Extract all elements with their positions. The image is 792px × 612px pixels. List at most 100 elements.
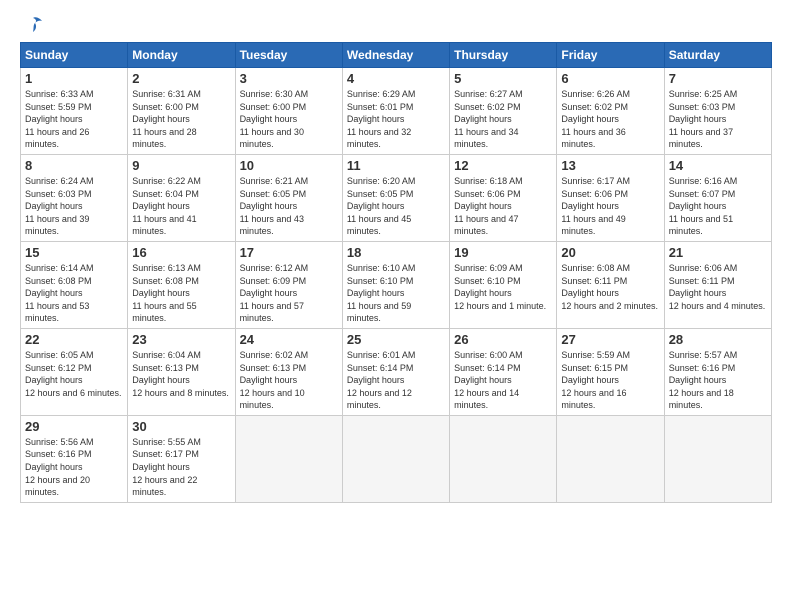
sunrise-label: Sunrise: 6:29 AM [347,89,416,99]
daylight-label: Daylight hours [132,201,190,211]
sunrise-label: Sunrise: 6:13 AM [132,263,201,273]
week-row-1: 1 Sunrise: 6:33 AM Sunset: 5:59 PM Dayli… [21,68,772,155]
day-info: Sunrise: 6:04 AM Sunset: 6:13 PM Dayligh… [132,349,230,399]
sunrise-label: Sunrise: 6:22 AM [132,176,201,186]
day-info: Sunrise: 6:01 AM Sunset: 6:14 PM Dayligh… [347,349,445,412]
daylight-duration: 11 hours and 45 minutes. [347,214,411,237]
daylight-duration: 11 hours and 37 minutes. [669,127,733,150]
sunset-label: Sunset: 5:59 PM [25,102,92,112]
day-number: 9 [132,158,230,173]
daylight-duration: 11 hours and 30 minutes. [240,127,304,150]
sunset-label: Sunset: 6:14 PM [454,363,521,373]
sunrise-label: Sunrise: 6:16 AM [669,176,738,186]
sunset-label: Sunset: 6:11 PM [669,276,735,286]
sunset-label: Sunset: 6:00 PM [132,102,199,112]
day-number: 7 [669,71,767,86]
sunset-label: Sunset: 6:10 PM [454,276,521,286]
sunrise-label: Sunrise: 6:08 AM [561,263,630,273]
calendar-cell: 28 Sunrise: 5:57 AM Sunset: 6:16 PM Dayl… [664,328,771,415]
calendar-cell: 15 Sunrise: 6:14 AM Sunset: 6:08 PM Dayl… [21,241,128,328]
sunset-label: Sunset: 6:15 PM [561,363,628,373]
day-number: 2 [132,71,230,86]
daylight-duration: 11 hours and 28 minutes. [132,127,196,150]
sunset-label: Sunset: 6:13 PM [132,363,199,373]
day-number: 24 [240,332,338,347]
daylight-duration: 11 hours and 47 minutes. [454,214,518,237]
daylight-label: Daylight hours [454,375,512,385]
day-info: Sunrise: 6:26 AM Sunset: 6:02 PM Dayligh… [561,88,659,151]
sunrise-label: Sunrise: 6:24 AM [25,176,94,186]
day-number: 13 [561,158,659,173]
week-row-2: 8 Sunrise: 6:24 AM Sunset: 6:03 PM Dayli… [21,154,772,241]
calendar-cell: 11 Sunrise: 6:20 AM Sunset: 6:05 PM Dayl… [342,154,449,241]
sunset-label: Sunset: 6:03 PM [25,189,92,199]
page: SundayMondayTuesdayWednesdayThursdayFrid… [0,0,792,612]
day-info: Sunrise: 6:10 AM Sunset: 6:10 PM Dayligh… [347,262,445,325]
calendar-cell: 22 Sunrise: 6:05 AM Sunset: 6:12 PM Dayl… [21,328,128,415]
calendar-cell: 10 Sunrise: 6:21 AM Sunset: 6:05 PM Dayl… [235,154,342,241]
sunrise-label: Sunrise: 6:26 AM [561,89,630,99]
week-row-4: 22 Sunrise: 6:05 AM Sunset: 6:12 PM Dayl… [21,328,772,415]
col-header-sunday: Sunday [21,43,128,68]
daylight-label: Daylight hours [132,114,190,124]
daylight-label: Daylight hours [132,462,190,472]
day-info: Sunrise: 5:57 AM Sunset: 6:16 PM Dayligh… [669,349,767,412]
daylight-label: Daylight hours [132,375,190,385]
col-header-tuesday: Tuesday [235,43,342,68]
sunrise-label: Sunrise: 6:04 AM [132,350,201,360]
daylight-duration: 11 hours and 26 minutes. [25,127,89,150]
day-info: Sunrise: 5:59 AM Sunset: 6:15 PM Dayligh… [561,349,659,412]
day-number: 25 [347,332,445,347]
day-info: Sunrise: 6:24 AM Sunset: 6:03 PM Dayligh… [25,175,123,238]
sunset-label: Sunset: 6:12 PM [25,363,92,373]
calendar-cell: 1 Sunrise: 6:33 AM Sunset: 5:59 PM Dayli… [21,68,128,155]
calendar-cell: 19 Sunrise: 6:09 AM Sunset: 6:10 PM Dayl… [450,241,557,328]
logo-bird-icon [22,16,44,36]
day-info: Sunrise: 6:30 AM Sunset: 6:00 PM Dayligh… [240,88,338,151]
day-info: Sunrise: 6:31 AM Sunset: 6:00 PM Dayligh… [132,88,230,151]
sunset-label: Sunset: 6:11 PM [561,276,627,286]
daylight-label: Daylight hours [25,201,83,211]
day-number: 27 [561,332,659,347]
day-info: Sunrise: 6:13 AM Sunset: 6:08 PM Dayligh… [132,262,230,325]
day-number: 22 [25,332,123,347]
sunrise-label: Sunrise: 6:33 AM [25,89,94,99]
sunset-label: Sunset: 6:17 PM [132,449,199,459]
sunrise-label: Sunrise: 5:55 AM [132,437,201,447]
calendar-cell: 14 Sunrise: 6:16 AM Sunset: 6:07 PM Dayl… [664,154,771,241]
sunset-label: Sunset: 6:10 PM [347,276,414,286]
sunrise-label: Sunrise: 6:02 AM [240,350,309,360]
header [20,16,772,32]
sunrise-label: Sunrise: 5:56 AM [25,437,94,447]
sunset-label: Sunset: 6:01 PM [347,102,414,112]
day-number: 29 [25,419,123,434]
sunrise-label: Sunrise: 6:21 AM [240,176,309,186]
calendar-cell: 17 Sunrise: 6:12 AM Sunset: 6:09 PM Dayl… [235,241,342,328]
daylight-duration: 12 hours and 20 minutes. [25,475,90,498]
daylight-duration: 11 hours and 57 minutes. [240,301,304,324]
sunset-label: Sunset: 6:05 PM [240,189,307,199]
sunset-label: Sunset: 6:16 PM [25,449,92,459]
sunset-label: Sunset: 6:07 PM [669,189,736,199]
sunrise-label: Sunrise: 6:01 AM [347,350,416,360]
daylight-label: Daylight hours [347,114,405,124]
sunset-label: Sunset: 6:09 PM [240,276,307,286]
sunset-label: Sunset: 6:02 PM [561,102,628,112]
daylight-duration: 11 hours and 39 minutes. [25,214,89,237]
calendar-cell [557,415,664,502]
day-info: Sunrise: 5:55 AM Sunset: 6:17 PM Dayligh… [132,436,230,499]
day-number: 5 [454,71,552,86]
logo [20,16,44,32]
daylight-label: Daylight hours [669,288,727,298]
day-number: 23 [132,332,230,347]
calendar-cell: 2 Sunrise: 6:31 AM Sunset: 6:00 PM Dayli… [128,68,235,155]
day-info: Sunrise: 6:00 AM Sunset: 6:14 PM Dayligh… [454,349,552,412]
calendar-cell: 30 Sunrise: 5:55 AM Sunset: 6:17 PM Dayl… [128,415,235,502]
daylight-label: Daylight hours [240,114,298,124]
daylight-label: Daylight hours [25,288,83,298]
day-info: Sunrise: 6:29 AM Sunset: 6:01 PM Dayligh… [347,88,445,151]
sunrise-label: Sunrise: 6:31 AM [132,89,201,99]
daylight-label: Daylight hours [347,201,405,211]
day-number: 10 [240,158,338,173]
calendar-cell: 5 Sunrise: 6:27 AM Sunset: 6:02 PM Dayli… [450,68,557,155]
